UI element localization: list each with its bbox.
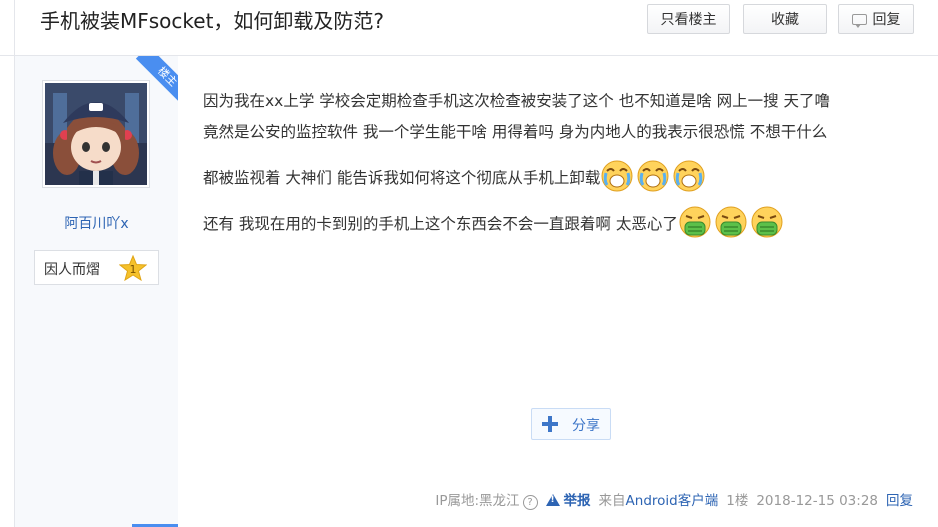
crying-emoji-icon [601, 160, 633, 192]
author-tag: 因人而熠 [44, 262, 100, 278]
report-link[interactable]: 举报 [564, 493, 591, 509]
vomit-emoji-group [678, 206, 786, 238]
vomit-emoji-icon [679, 206, 711, 238]
post-line-3-text: 都被监视着 大神们 能告诉我如何将这个彻底从手机上卸载 [203, 169, 601, 187]
warning-icon [545, 494, 560, 506]
client-source: 来自Android客户端 [598, 493, 719, 509]
crying-emoji-icon [673, 160, 705, 192]
author-name[interactable]: 阿百川吖x [15, 213, 178, 233]
post-line-3: 都被监视着 大神们 能告诉我如何将这个彻底从手机上卸载 [203, 159, 913, 193]
level-number: 1 [130, 263, 137, 276]
floor-number: 1楼 [726, 493, 749, 509]
crying-emoji-group [600, 160, 708, 192]
vomit-emoji-icon [715, 206, 747, 238]
post-footer: IP属地:黑龙江? 举报来自Android客户端 1楼 2018-12-15 03:2… [435, 489, 913, 510]
post-time: 2018-12-15 03:28 [756, 493, 878, 509]
vomit-emoji-icon [751, 206, 783, 238]
help-icon[interactable]: ? [522, 495, 538, 510]
crying-emoji-icon [637, 160, 669, 192]
post-line-1: 因为我在xx上学 学校会定期检查手机这次检查被安装了这个 也不知道是啥 网上一搜… [203, 92, 831, 110]
reply-icon [851, 14, 867, 28]
android-client-link[interactable]: Android客户端 [626, 493, 719, 509]
avatar[interactable] [45, 83, 147, 185]
share-label: 分享 [572, 418, 600, 434]
reply-button-label: 回复 [872, 12, 901, 28]
post-line-4: 还有 我现在用的卡到别的手机上这个东西会不会一直跟着啊 太恶心了 [203, 205, 913, 239]
plus-icon [542, 416, 558, 432]
post-content: 因为我在xx上学 学校会定期检查手机这次检查被安装了这个 也不知道是啥 网上一搜… [203, 86, 913, 239]
favorite-button[interactable]: 收藏 [743, 4, 827, 34]
reply-link[interactable]: 回复 [886, 493, 913, 509]
level-star-icon: 1 [119, 255, 147, 281]
only-op-button[interactable]: 只看楼主 [647, 4, 730, 34]
post-line-2: 竟然是公安的监控软件 我一个学生能干啥 用得着吗 身为内地人的我表示很恐慌 不想… [203, 123, 828, 141]
ip-location: IP属地:黑龙江 [435, 493, 520, 509]
share-button[interactable]: 分享 [531, 408, 611, 440]
reply-button[interactable]: 回复 [838, 4, 914, 34]
thread-title: 手机被装MFsocket，如何卸载及防范? [40, 9, 385, 33]
author-tag-badge[interactable]: 因人而熠 1 [34, 250, 159, 285]
post-line-4-text: 还有 我现在用的卡到别的手机上这个东西会不会一直跟着啊 太恶心了 [203, 215, 678, 233]
